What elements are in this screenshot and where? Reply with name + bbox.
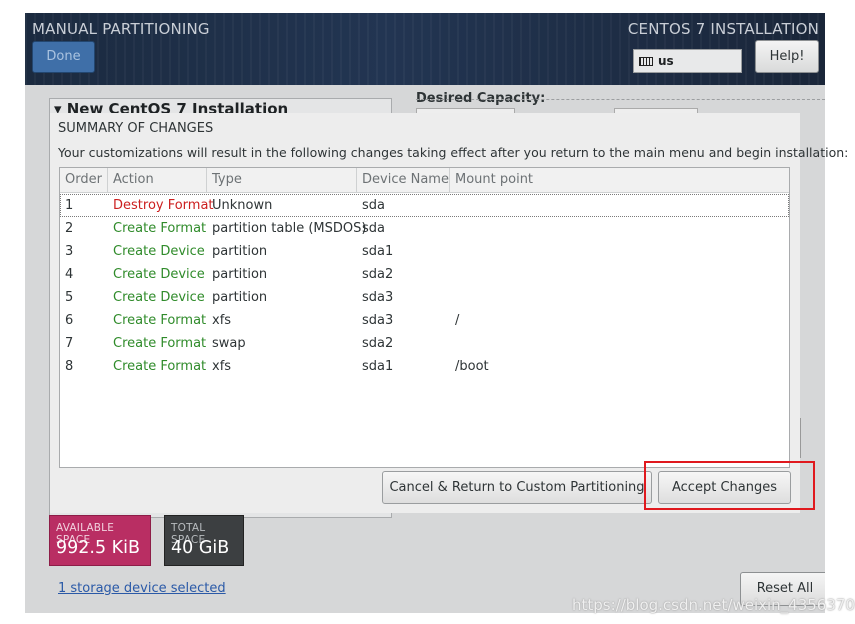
cell-device: sda bbox=[362, 198, 385, 213]
dialog-title: SUMMARY OF CHANGES bbox=[58, 121, 214, 136]
cell-mount: /boot bbox=[455, 359, 489, 374]
done-button[interactable]: Done bbox=[32, 41, 95, 73]
cell-order: 4 bbox=[65, 267, 74, 282]
cell-mount bbox=[450, 194, 455, 217]
table-row[interactable]: 2 Create Format partition table (MSDOS) … bbox=[60, 217, 789, 240]
cell-order: 3 bbox=[65, 244, 74, 259]
table-row[interactable]: 7 Create Format swap sda2 bbox=[60, 332, 789, 355]
cell-type: xfs bbox=[212, 359, 232, 374]
cell-mount bbox=[450, 240, 455, 263]
cell-mount: / bbox=[455, 313, 460, 328]
cell-mount bbox=[450, 332, 455, 355]
cell-order: 7 bbox=[65, 336, 74, 351]
product-title: CENTOS 7 INSTALLATION bbox=[627, 20, 819, 38]
dialog-description: Your customizations will result in the f… bbox=[58, 145, 849, 160]
cell-action: Create Device bbox=[113, 244, 205, 259]
table-row[interactable]: 8 Create Format xfs sda1 /boot bbox=[60, 355, 789, 378]
cell-order: 5 bbox=[65, 290, 74, 305]
help-button[interactable]: Help! bbox=[755, 40, 819, 73]
table-row[interactable]: 4 Create Device partition sda2 bbox=[60, 263, 789, 286]
table-row[interactable]: 3 Create Device partition sda1 bbox=[60, 240, 789, 263]
cell-device: sda2 bbox=[362, 267, 394, 282]
cell-action: Create Format bbox=[113, 221, 207, 236]
cell-order: 6 bbox=[65, 313, 74, 328]
table-row[interactable]: 5 Create Device partition sda3 bbox=[60, 286, 789, 309]
cell-mount bbox=[450, 217, 455, 240]
column-header-order[interactable]: Order bbox=[60, 168, 108, 192]
header-bar: MANUAL PARTITIONING CENTOS 7 INSTALLATIO… bbox=[25, 13, 825, 85]
cell-device: sda3 bbox=[362, 313, 394, 328]
summary-of-changes-dialog: SUMMARY OF CHANGES Your customizations w… bbox=[50, 113, 848, 513]
keyboard-icon bbox=[639, 56, 653, 66]
cell-order: 2 bbox=[65, 221, 74, 236]
cell-device: sda bbox=[362, 221, 385, 236]
storage-device-link[interactable]: 1 storage device selected bbox=[58, 581, 226, 596]
page-title: MANUAL PARTITIONING bbox=[32, 20, 210, 38]
cell-action: Create Format bbox=[113, 336, 207, 351]
changes-table: Order Action Type Device Name Mount poin… bbox=[59, 167, 790, 468]
cell-type: partition bbox=[212, 267, 268, 282]
cell-mount bbox=[450, 286, 455, 309]
column-header-type[interactable]: Type bbox=[207, 168, 357, 192]
cell-type: partition table (MSDOS) bbox=[212, 221, 367, 236]
available-space-value: 992.5 KiB bbox=[56, 538, 141, 558]
cell-device: sda2 bbox=[362, 336, 394, 351]
cell-mount bbox=[450, 263, 455, 286]
cell-action: Destroy Format bbox=[113, 198, 214, 213]
cell-type: partition bbox=[212, 290, 268, 305]
divider bbox=[416, 99, 825, 100]
available-space-box: AVAILABLE SPACE 992.5 KiB bbox=[49, 515, 151, 566]
cell-action: Create Device bbox=[113, 267, 205, 282]
cell-type: Unknown bbox=[212, 198, 273, 213]
cell-device: sda1 bbox=[362, 244, 394, 259]
cell-type: swap bbox=[212, 336, 246, 351]
table-header: Order Action Type Device Name Mount poin… bbox=[60, 168, 789, 193]
cell-action: Create Device bbox=[113, 290, 205, 305]
table-row[interactable]: 1 Destroy Format Unknown sda bbox=[60, 194, 789, 217]
table-row[interactable]: 6 Create Format xfs sda3 / bbox=[60, 309, 789, 332]
total-space-box: TOTAL SPACE 40 GiB bbox=[164, 515, 244, 566]
column-header-action[interactable]: Action bbox=[108, 168, 207, 192]
cell-order: 1 bbox=[65, 198, 74, 213]
keyboard-layout-indicator[interactable]: us bbox=[633, 49, 742, 73]
cell-device: sda3 bbox=[362, 290, 394, 305]
column-header-device-name[interactable]: Device Name bbox=[357, 168, 450, 192]
cell-type: xfs bbox=[212, 313, 232, 328]
column-header-mount-point[interactable]: Mount point bbox=[450, 168, 789, 192]
cell-type: partition bbox=[212, 244, 268, 259]
cell-order: 8 bbox=[65, 359, 74, 374]
keyboard-layout-label: us bbox=[658, 54, 674, 68]
highlight-annotation bbox=[644, 461, 815, 510]
total-space-value: 40 GiB bbox=[171, 538, 230, 558]
cell-action: Create Format bbox=[113, 359, 207, 374]
cell-device: sda1 bbox=[362, 359, 394, 374]
watermark: https://blog.csdn.net/weixin_43563705 bbox=[572, 596, 855, 614]
cancel-return-button[interactable]: Cancel & Return to Custom Partitioning bbox=[382, 471, 652, 504]
cell-action: Create Format bbox=[113, 313, 207, 328]
